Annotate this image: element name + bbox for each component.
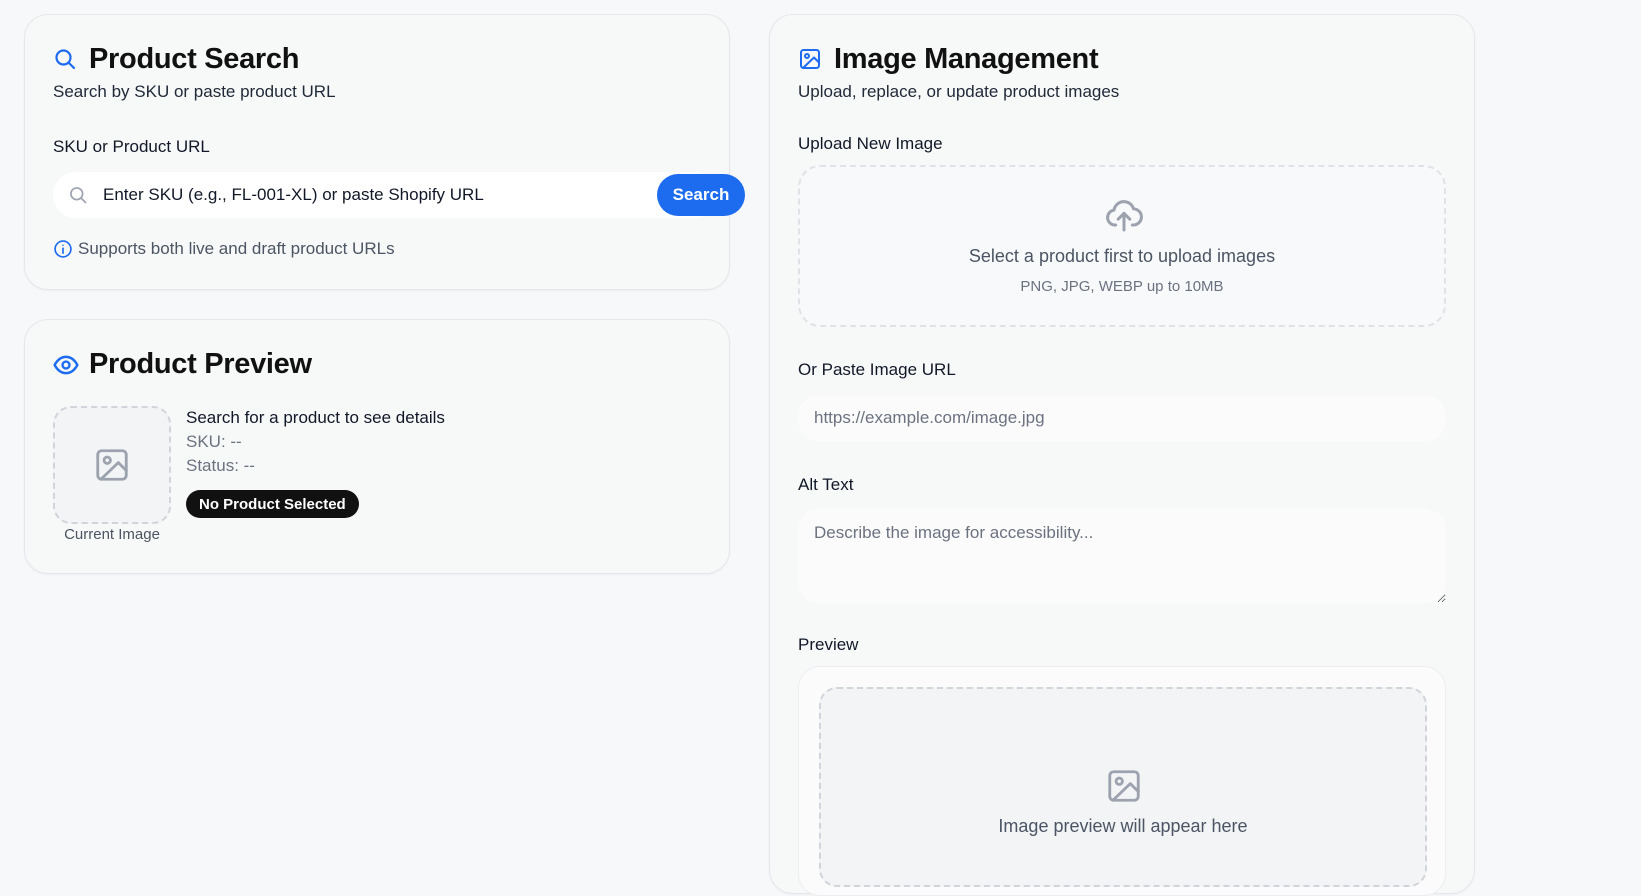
info-icon bbox=[53, 239, 73, 259]
product-search-title-text: Product Search bbox=[89, 43, 300, 75]
sku-search-bar: Search bbox=[53, 172, 745, 218]
preview-label: Preview bbox=[798, 635, 859, 654]
image-management-card: Image Management Upload, replace, or upd… bbox=[769, 14, 1475, 896]
upload-label: Upload New Image bbox=[798, 134, 943, 153]
upload-instruction: Select a product first to upload images bbox=[968, 246, 1276, 266]
sku-field-label: SKU or Product URL bbox=[53, 137, 210, 156]
product-preview-card: Product Preview Current Image Search for… bbox=[24, 319, 730, 574]
upload-cloud-icon bbox=[1104, 195, 1144, 235]
product-preview-title: Product Preview bbox=[53, 348, 312, 381]
preview-image-icon bbox=[1105, 767, 1143, 805]
image-icon bbox=[798, 47, 824, 73]
product-sku: SKU: -- bbox=[186, 432, 242, 451]
sku-search-input[interactable] bbox=[97, 172, 597, 218]
product-search-card: Product Search Search by SKU or paste pr… bbox=[24, 14, 745, 290]
image-preview-panel: Image preview will appear here bbox=[798, 666, 1446, 896]
status-badge: No Product Selected bbox=[186, 490, 359, 518]
product-info-title: Search for a product to see details bbox=[186, 408, 445, 427]
product-preview-title-text: Product Preview bbox=[89, 348, 312, 380]
image-management-title-text: Image Management bbox=[834, 43, 1099, 75]
image-upload-dropzone[interactable]: Select a product first to upload images … bbox=[798, 165, 1446, 327]
image-url-input[interactable] bbox=[798, 395, 1446, 441]
eye-icon bbox=[53, 352, 79, 378]
url-support-hint-text: Supports both live and draft product URL… bbox=[78, 239, 395, 258]
image-preview-placeholder: Image preview will appear here bbox=[819, 687, 1427, 887]
search-icon bbox=[53, 47, 79, 73]
product-status: Status: -- bbox=[186, 456, 255, 475]
product-search-title: Product Search bbox=[53, 43, 299, 76]
search-input-icon bbox=[68, 185, 88, 205]
current-image-caption: Current Image bbox=[64, 526, 160, 543]
image-icon bbox=[93, 446, 131, 484]
alt-text-label: Alt Text bbox=[798, 475, 854, 494]
search-button[interactable]: Search bbox=[657, 174, 745, 216]
image-management-title: Image Management bbox=[798, 43, 1099, 76]
product-search-subtitle: Search by SKU or paste product URL bbox=[53, 82, 336, 101]
image-management-subtitle: Upload, replace, or update product image… bbox=[798, 82, 1120, 101]
url-support-hint: Supports both live and draft product URL… bbox=[53, 239, 395, 259]
upload-formats: PNG, JPG, WEBP up to 10MB bbox=[1020, 278, 1224, 295]
image-url-label: Or Paste Image URL bbox=[798, 360, 956, 379]
current-image-placeholder bbox=[53, 406, 171, 524]
preview-placeholder-text: Image preview will appear here bbox=[998, 816, 1248, 836]
alt-text-input[interactable] bbox=[798, 509, 1446, 603]
